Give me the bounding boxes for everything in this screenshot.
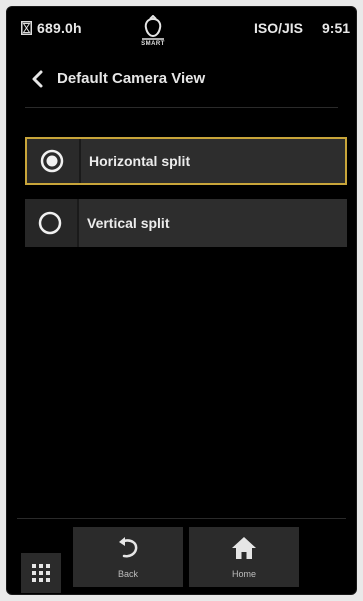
page-header: Default Camera View bbox=[7, 59, 356, 99]
option-label: Horizontal split bbox=[89, 153, 191, 169]
option-vertical-split[interactable]: Vertical split bbox=[25, 199, 347, 247]
engine-hours: 689.0h bbox=[37, 20, 82, 36]
radio-selected-icon[interactable] bbox=[40, 149, 64, 173]
smart-logo-icon bbox=[142, 14, 164, 40]
chevron-left-icon[interactable] bbox=[31, 69, 45, 89]
undo-arrow-icon bbox=[115, 535, 141, 561]
page-title: Default Camera View bbox=[57, 70, 206, 87]
radio-unselected-icon[interactable] bbox=[38, 211, 62, 235]
home-icon bbox=[231, 535, 257, 561]
hourglass-icon bbox=[21, 21, 32, 35]
logo-text: SMART bbox=[141, 41, 165, 47]
radio-cell bbox=[25, 199, 79, 247]
grid-menu-button[interactable] bbox=[21, 553, 61, 593]
device-screen: 689.0h SMART ISO/JIS 9:51 Default Camera… bbox=[6, 6, 357, 595]
option-label: Vertical split bbox=[87, 215, 170, 231]
back-button-label: Back bbox=[117, 569, 138, 579]
status-bar: 689.0h SMART ISO/JIS 9:51 bbox=[7, 7, 356, 51]
standard-indicator: ISO/JIS bbox=[254, 20, 304, 36]
clock: 9:51 bbox=[322, 20, 351, 36]
smart-logo: SMART bbox=[135, 14, 171, 51]
grid-menu-icon bbox=[32, 564, 50, 582]
option-horizontal-split[interactable]: Horizontal split bbox=[25, 137, 347, 185]
radio-cell bbox=[27, 139, 81, 183]
back-button[interactable]: Back bbox=[73, 527, 183, 587]
header-divider bbox=[25, 107, 338, 108]
footer-divider bbox=[17, 518, 346, 519]
home-button-label: Home bbox=[231, 569, 256, 579]
home-button[interactable]: Home bbox=[189, 527, 299, 587]
